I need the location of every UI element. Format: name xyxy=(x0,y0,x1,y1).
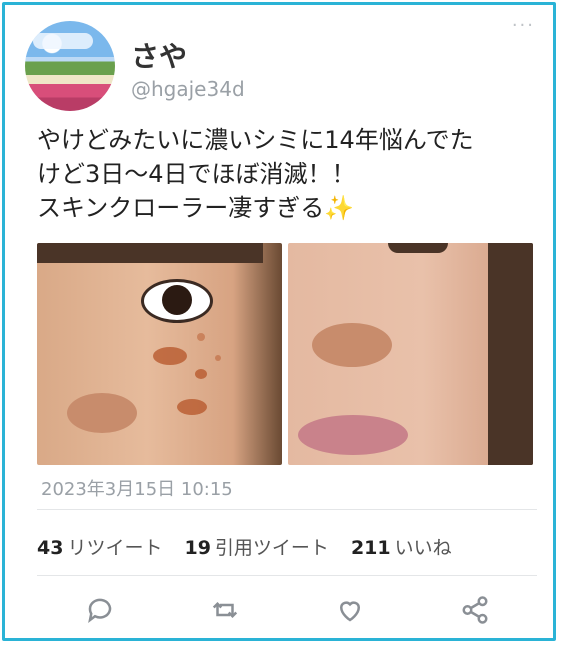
sparkle-emoji: ✨ xyxy=(324,194,355,222)
like-icon[interactable] xyxy=(335,595,365,625)
photo-grid xyxy=(37,243,533,465)
action-bar xyxy=(37,595,537,625)
reply-icon[interactable] xyxy=(85,595,115,625)
tweet-line-2: けど3日〜4日でほぼ消滅！！ xyxy=(37,160,356,188)
more-options-icon[interactable]: ··· xyxy=(512,15,535,36)
share-icon[interactable] xyxy=(460,595,490,625)
tweet-text: やけどみたいに濃いシミに14年悩んでた けど3日〜4日でほぼ消滅！！ スキンクロ… xyxy=(37,123,537,225)
tweet-line-1: やけどみたいに濃いシミに14年悩んでた xyxy=(37,126,474,154)
before-photo[interactable] xyxy=(37,243,282,465)
user-name[interactable]: さや xyxy=(131,35,187,75)
tweet-stats: 43 リツイート 19 引用ツイート 211 いいね xyxy=(37,533,452,560)
retweet-stat[interactable]: 43 リツイート xyxy=(37,533,162,560)
retweet-icon[interactable] xyxy=(210,595,240,625)
user-handle[interactable]: @hgaje34d xyxy=(131,77,245,101)
tweet-card: ··· さや @hgaje34d やけどみたいに濃いシミに14年悩んでた けど3… xyxy=(2,2,556,641)
like-stat[interactable]: 211 いいね xyxy=(351,533,452,560)
tweet-line-3: スキンクローラー凄すぎる xyxy=(37,194,325,222)
divider-1 xyxy=(37,509,537,510)
divider-2 xyxy=(37,575,537,576)
after-photo[interactable] xyxy=(288,243,533,465)
quote-stat[interactable]: 19 引用ツイート xyxy=(184,533,328,560)
tweet-timestamp[interactable]: 2023年3月15日 10:15 xyxy=(41,475,233,501)
avatar[interactable] xyxy=(25,21,115,111)
